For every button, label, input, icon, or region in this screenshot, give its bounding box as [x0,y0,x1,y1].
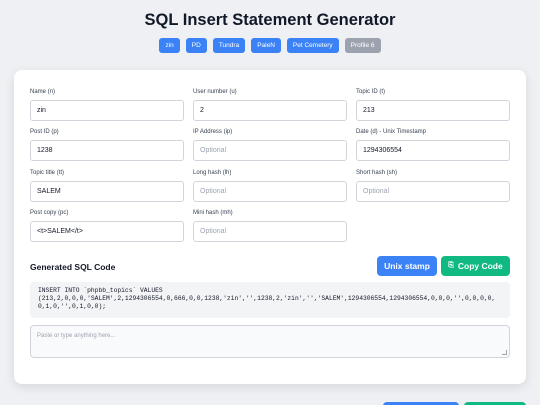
date-field-group: Date (d) - Unix Timestamp 1294306554 [356,128,510,161]
name-label: Name (n) [30,89,56,95]
name-field-group: Name (n) zin [30,88,184,121]
user-number-label: User number (u) [193,89,237,95]
ip-address-input[interactable]: Optional [193,140,347,161]
mini-hash-field-group: Mini hash (mh) Optional [193,209,347,242]
mini-hash-label: Mini hash (mh) [193,210,233,216]
generated-sql-title: Generated SQL Code [30,262,116,272]
topic-title-field-group: Topic title (tt) SALEM [30,169,184,202]
long-hash-label: Long hash (lh) [193,170,232,176]
profile-button-zin[interactable]: zin [159,38,180,53]
topic-title-label: Topic title (tt) [30,170,65,176]
post-id-input[interactable]: 1238 [30,140,184,161]
post-id-field-group: Post ID (p) 1238 [30,128,184,161]
topic-id-label: Topic ID (t) [356,89,386,95]
ip-address-label: IP Address (ip) [193,129,233,135]
page-title: SQL Insert Statement Generator [144,11,396,29]
long-hash-input[interactable]: Optional [193,181,347,202]
user-number-input[interactable]: 2 [193,100,347,121]
copy-code-button[interactable]: ⎘ Copy Code [441,256,510,276]
profile-button-6[interactable]: Profile 6 [344,38,381,53]
short-hash-label: Short hash (sh) [356,170,398,176]
long-hash-field-group: Long hash (lh) Optional [193,169,347,202]
profile-bar: zin PD Tundra PaleN Pet Cemetery Profile… [0,38,540,53]
paste-placeholder: Paste or type anything here... [37,333,116,339]
copy-code-label: Copy Code [457,261,503,271]
unix-stamp-button[interactable]: Unix stamp [377,256,437,276]
post-copy-input[interactable]: <t>SALEM</t> [30,221,184,242]
profile-button-tundra[interactable]: Tundra [212,38,246,53]
mini-hash-input[interactable]: Optional [193,221,347,242]
paste-textarea[interactable]: Paste or type anything here... [30,325,510,358]
short-hash-input[interactable]: Optional [356,181,510,202]
post-id-label: Post ID (p) [30,129,59,135]
date-input[interactable]: 1294306554 [356,140,510,161]
ip-address-field-group: IP Address (ip) Optional [193,128,347,161]
profile-button-pet-cemetery[interactable]: Pet Cemetery [286,38,339,53]
profile-button-pd[interactable]: PD [185,38,207,53]
name-input[interactable]: zin [30,100,184,121]
sql-output[interactable]: INSERT INTO `phpbb_topics` VALUES (213,2… [30,282,510,318]
user-number-field-group: User number (u) 2 [193,88,347,121]
profile-button-palen[interactable]: PaleN [251,38,281,53]
topic-id-input[interactable]: 213 [356,100,510,121]
post-copy-label: Post copy (pc) [30,210,69,216]
topic-id-field-group: Topic ID (t) 213 [356,88,510,121]
topic-title-input[interactable]: SALEM [30,181,184,202]
copy-icon: ⎘ [448,262,454,269]
post-copy-field-group: Post copy (pc) <t>SALEM</t> [30,209,184,242]
date-label: Date (d) - Unix Timestamp [356,129,427,135]
resize-handle[interactable] [502,350,507,355]
short-hash-field-group: Short hash (sh) Optional [356,169,510,202]
